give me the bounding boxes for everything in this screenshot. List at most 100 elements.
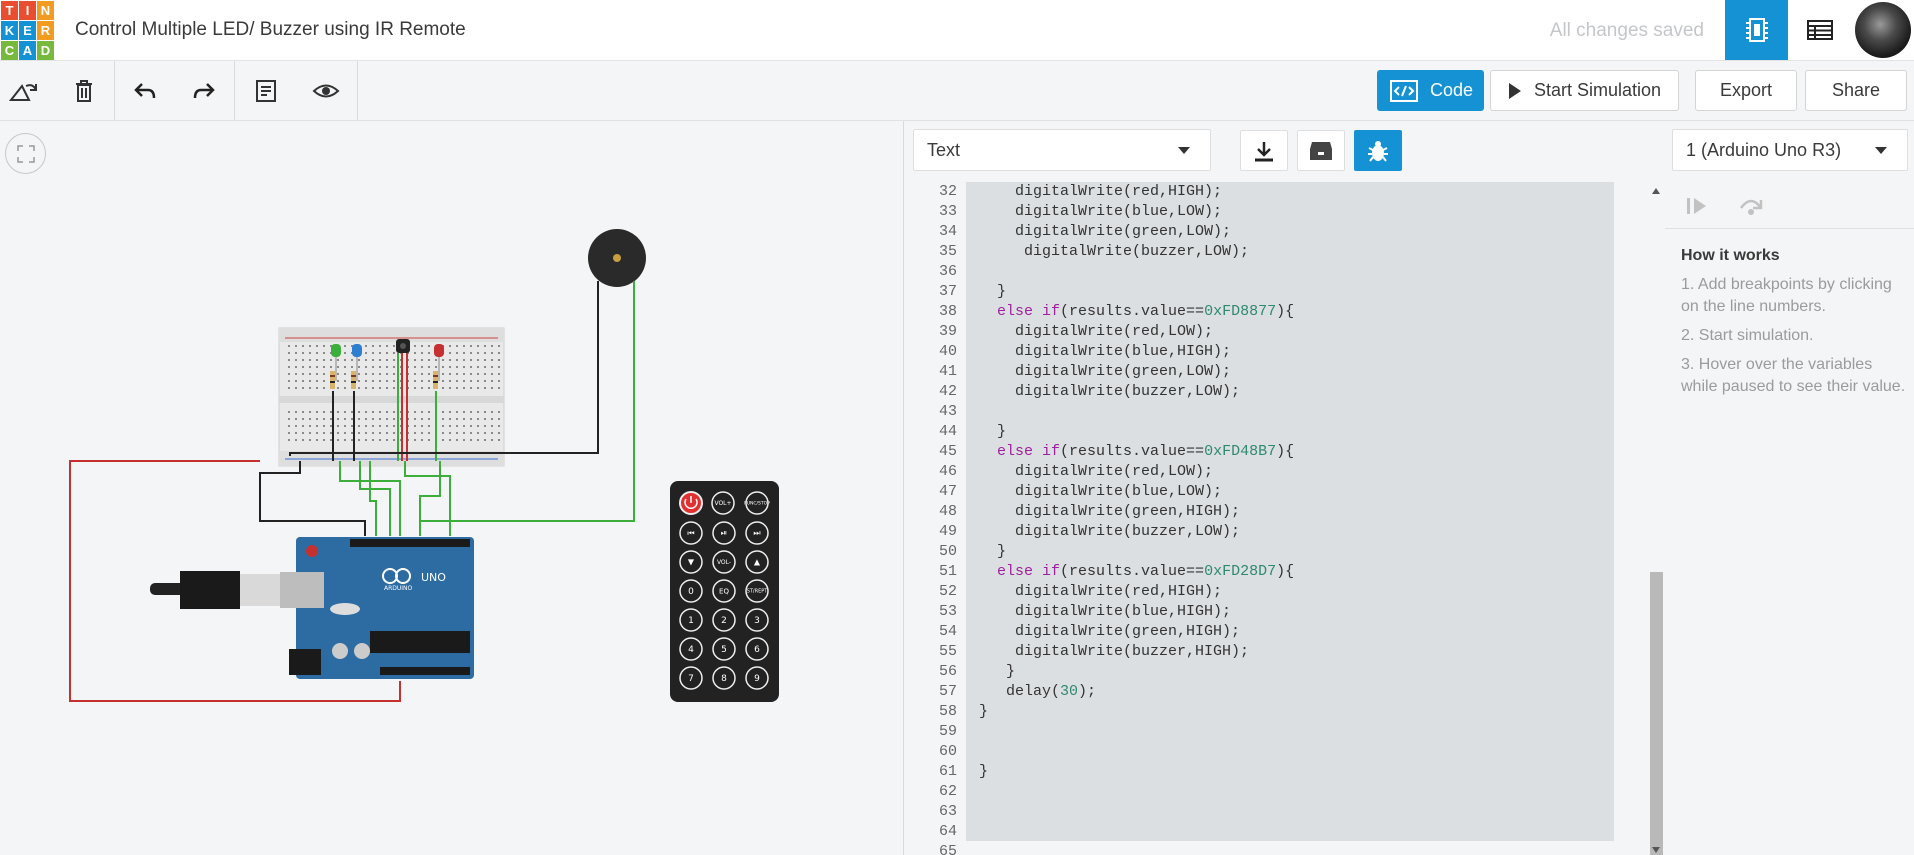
breadboard[interactable] (278, 327, 505, 467)
line-number-gutter[interactable]: 32 33 34 35 36 37 38 39 40 41 42 43 44 45 46 47 48 49 50 51… (904, 182, 965, 855)
remote-key[interactable]: ⏯ (712, 521, 736, 545)
code-line[interactable]: } (966, 422, 1614, 442)
code-editor[interactable]: 32 33 34 35 36 37 38 39 40 41 42 43 44 45 46 47 48 49 50 51… (904, 182, 1665, 855)
line-number[interactable]: 62 (904, 782, 965, 802)
project-title[interactable]: Control Multiple LED/ Buzzer using IR Re… (75, 19, 466, 41)
line-number[interactable]: 33 (904, 202, 965, 222)
scrollbar-thumb[interactable] (1650, 572, 1663, 855)
code-line[interactable]: digitalWrite(red,LOW); (966, 462, 1614, 482)
code-line[interactable]: digitalWrite(green,HIGH); (966, 622, 1614, 642)
line-number[interactable]: 39 (904, 322, 965, 342)
resistor[interactable] (330, 371, 335, 389)
code-line[interactable]: } (966, 542, 1614, 562)
line-number[interactable]: 32 (904, 182, 965, 202)
code-line[interactable] (966, 262, 1614, 282)
code-line[interactable]: digitalWrite(red,LOW); (966, 322, 1614, 342)
line-number[interactable]: 51 (904, 562, 965, 582)
tinkercad-logo[interactable]: TINKERCAD (0, 0, 54, 60)
code-mode-select[interactable]: Text (913, 129, 1211, 171)
circuit-canvas[interactable]: VOL+ FUNC/STOP ⏮ ⏯ ⏭ ▼ VOL- ▲ 0 EQ ST/REPT 1 2 3 4 5 6 7 8… (0, 121, 903, 855)
line-number[interactable]: 46 (904, 462, 965, 482)
library-button[interactable] (1297, 130, 1345, 171)
rotate-button[interactable] (8, 75, 40, 107)
code-line[interactable] (966, 742, 1614, 762)
code-line[interactable]: digitalWrite(red,HIGH); (966, 582, 1614, 602)
line-number[interactable]: 44 (904, 422, 965, 442)
code-line[interactable]: digitalWrite(buzzer,LOW); (966, 522, 1614, 542)
line-number[interactable]: 43 (904, 402, 965, 422)
line-number[interactable]: 64 (904, 822, 965, 842)
remote-key[interactable]: 6 (745, 637, 769, 661)
device-select[interactable]: 1 (Arduino Uno R3) (1672, 129, 1908, 171)
ir-receiver[interactable] (396, 339, 410, 353)
remote-key[interactable]: 0 (679, 579, 703, 603)
code-button[interactable]: Code (1377, 70, 1484, 111)
remote-key[interactable]: ▲ (745, 550, 769, 574)
code-line[interactable]: digitalWrite(green,LOW); (966, 362, 1614, 382)
remote-key[interactable]: 5 (712, 637, 736, 661)
code-line[interactable]: else if(results.value==0xFD48B7){ (966, 442, 1614, 462)
code-line[interactable]: } (966, 282, 1614, 302)
circuit-view-button[interactable] (1725, 0, 1788, 60)
piezo-buzzer[interactable] (588, 229, 646, 287)
line-number[interactable]: 55 (904, 642, 965, 662)
line-number[interactable]: 38 (904, 302, 965, 322)
remote-key[interactable]: ST/REPT (745, 579, 769, 603)
line-number[interactable]: 57 (904, 682, 965, 702)
redo-button[interactable] (188, 75, 220, 107)
editor-scrollbar[interactable] (1647, 182, 1665, 855)
line-number[interactable]: 34 (904, 222, 965, 242)
line-number[interactable]: 41 (904, 362, 965, 382)
remote-key[interactable]: ⏮ (679, 521, 703, 545)
step-over-icon[interactable] (1738, 196, 1764, 216)
line-number[interactable]: 47 (904, 482, 965, 502)
scroll-up-arrow-icon[interactable] (1652, 188, 1660, 194)
line-number[interactable]: 54 (904, 622, 965, 642)
code-line[interactable]: delay(30); (966, 682, 1614, 702)
code-line[interactable]: digitalWrite(buzzer,LOW); (966, 242, 1614, 262)
code-line[interactable]: else if(results.value==0xFD28D7){ (966, 562, 1614, 582)
code-line[interactable]: digitalWrite(blue,HIGH); (966, 342, 1614, 362)
remote-key[interactable]: ▼ (679, 550, 703, 574)
ir-remote[interactable]: VOL+ FUNC/STOP ⏮ ⏯ ⏭ ▼ VOL- ▲ 0 EQ ST/REPT 1 2 3 4 5 6 7 8… (670, 481, 779, 702)
line-number[interactable]: 63 (904, 802, 965, 822)
components-list-button[interactable] (1788, 0, 1851, 60)
code-text-area[interactable]: digitalWrite(red,HIGH); digitalWrite(blu… (966, 182, 1614, 841)
arduino-uno-board[interactable] (280, 537, 474, 679)
line-number[interactable]: 52 (904, 582, 965, 602)
code-line[interactable] (966, 782, 1614, 802)
remote-key[interactable]: 8 (712, 666, 736, 690)
scroll-down-arrow-icon[interactable] (1652, 847, 1660, 853)
code-line[interactable]: } (966, 702, 1614, 722)
remote-key[interactable]: 4 (679, 637, 703, 661)
start-simulation-button[interactable]: Start Simulation (1490, 70, 1679, 111)
code-line[interactable]: } (966, 662, 1614, 682)
remote-key[interactable]: 1 (679, 608, 703, 632)
resume-icon[interactable] (1686, 197, 1708, 215)
line-number[interactable]: 49 (904, 522, 965, 542)
code-line[interactable]: } (966, 762, 1614, 782)
export-button[interactable]: Export (1695, 70, 1797, 111)
remote-key[interactable]: ⏭ (745, 521, 769, 545)
line-number[interactable]: 56 (904, 662, 965, 682)
debugger-button[interactable] (1354, 130, 1402, 171)
code-line[interactable]: else if(results.value==0xFD8877){ (966, 302, 1614, 322)
code-line[interactable]: digitalWrite(buzzer,HIGH); (966, 642, 1614, 662)
line-number[interactable]: 37 (904, 282, 965, 302)
line-number[interactable]: 45 (904, 442, 965, 462)
line-number[interactable]: 61 (904, 762, 965, 782)
code-line[interactable] (966, 822, 1614, 841)
remote-key[interactable]: VOL+ (711, 491, 735, 515)
code-line[interactable]: digitalWrite(blue,LOW); (966, 482, 1614, 502)
remote-key[interactable]: 2 (712, 608, 736, 632)
code-line[interactable]: digitalWrite(buzzer,LOW); (966, 382, 1614, 402)
download-code-button[interactable] (1240, 130, 1288, 171)
line-number[interactable]: 59 (904, 722, 965, 742)
line-number[interactable]: 53 (904, 602, 965, 622)
line-number[interactable]: 40 (904, 342, 965, 362)
line-number[interactable]: 60 (904, 742, 965, 762)
undo-button[interactable] (129, 75, 161, 107)
line-number[interactable]: 48 (904, 502, 965, 522)
notes-button[interactable] (250, 75, 282, 107)
remote-key[interactable]: VOL- (712, 550, 736, 574)
